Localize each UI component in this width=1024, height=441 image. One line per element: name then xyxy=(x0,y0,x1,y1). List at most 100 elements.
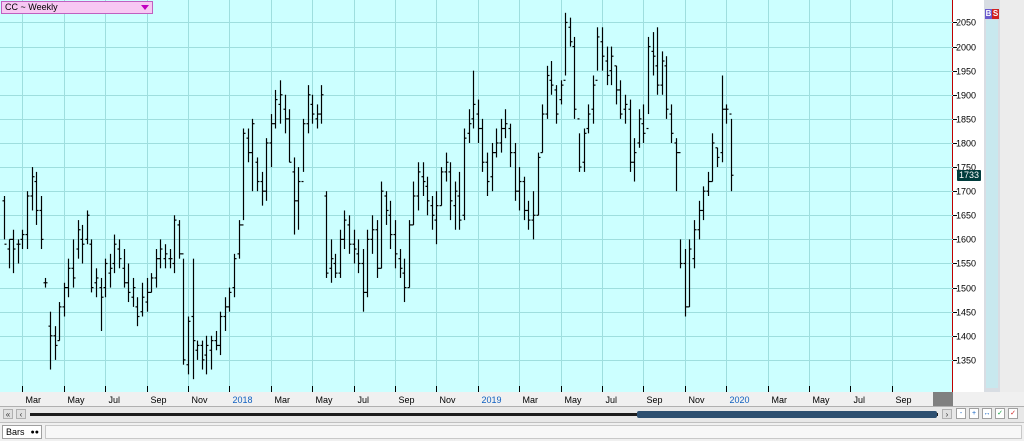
ohlc-bar xyxy=(545,65,550,119)
ohlc-bar xyxy=(324,191,329,278)
ohlc-bar xyxy=(582,128,587,172)
green-check-icon[interactable]: ✓ xyxy=(995,408,1005,419)
ohlc-bar xyxy=(53,326,58,360)
ohlc-bar xyxy=(430,196,435,230)
ohlc-bar xyxy=(99,277,104,331)
ohlc-bar xyxy=(195,340,200,360)
x-tick-label: Sep xyxy=(896,395,912,405)
x-tick-label: May xyxy=(68,395,86,405)
ohlc-bar xyxy=(333,253,338,278)
ohlc-bar xyxy=(255,157,260,192)
red-check-icon[interactable]: ✓ xyxy=(1008,408,1018,419)
ohlc-bar xyxy=(250,118,255,192)
scroll-left-icon[interactable]: ‹ xyxy=(16,409,26,419)
x-tick-label: May xyxy=(565,395,583,405)
price-bars xyxy=(2,12,734,380)
ohlc-bar xyxy=(513,142,518,201)
sell-button[interactable]: S xyxy=(992,9,999,19)
ohlc-bar xyxy=(462,128,467,221)
ohlc-bar xyxy=(522,176,527,221)
price-tick-label: 1650 xyxy=(956,211,976,221)
x-tick-label: Mar xyxy=(523,395,539,405)
ohlc-bar xyxy=(296,167,301,230)
x-tick-label: Sep xyxy=(647,395,663,405)
ohlc-bar xyxy=(503,109,508,139)
scroll-right-icon[interactable]: › xyxy=(942,409,952,419)
ohlc-bar xyxy=(646,36,651,130)
ohlc-bar xyxy=(407,220,412,289)
x-tick-label: Nov xyxy=(440,395,457,405)
ohlc-bar xyxy=(154,249,159,288)
ohlc-bar xyxy=(609,46,614,86)
ohlc-bar xyxy=(135,297,140,327)
price-tick-label: 2000 xyxy=(956,43,976,53)
ohlc-chart[interactable]: Mar May Jul Sep Nov 2018 Mar May Jul Sep Nov 2019 Ma… xyxy=(0,0,953,406)
ohlc-bar xyxy=(122,249,127,288)
ohlc-bar xyxy=(595,27,600,81)
buy-sell-buttons[interactable]: B S xyxy=(985,9,999,19)
x-tick-label: Mar xyxy=(275,395,291,405)
ohlc-bar xyxy=(108,253,113,288)
x-tick-label: May xyxy=(813,395,831,405)
ohlc-bar xyxy=(453,181,458,230)
ohlc-bar xyxy=(641,104,646,143)
bars-tab-dots-icon: ●● xyxy=(30,429,39,436)
ohlc-bar xyxy=(724,104,729,124)
ohlc-bar xyxy=(227,287,232,312)
zoom-out-icon[interactable]: - xyxy=(956,408,966,419)
ohlc-bar xyxy=(683,249,688,317)
ohlc-bar xyxy=(540,104,545,154)
bars-tab[interactable]: Bars ●● xyxy=(2,425,42,439)
ohlc-bar xyxy=(591,75,596,124)
ohlc-bar xyxy=(30,167,35,211)
bars-tab-label: Bars xyxy=(6,427,25,437)
ohlc-bar xyxy=(89,239,94,293)
ohlc-bar xyxy=(94,268,99,298)
ohlc-bar xyxy=(191,258,196,380)
ohlc-bar xyxy=(416,162,421,211)
x-tick-label: Jul xyxy=(606,395,618,405)
vertical-scrollbar[interactable] xyxy=(984,0,1000,392)
horizontal-scroll-thumb[interactable] xyxy=(637,411,937,418)
x-tick-label: Jul xyxy=(854,395,866,405)
ohlc-bar xyxy=(181,253,186,365)
ohlc-bar xyxy=(241,128,246,226)
ohlc-bar xyxy=(131,277,136,307)
ohlc-bar xyxy=(126,263,131,303)
grid-lines xyxy=(0,0,953,392)
ohlc-bar xyxy=(283,94,288,134)
symbol-selector[interactable]: CC ~ Weekly xyxy=(1,1,153,14)
vertical-scroll-thumb[interactable] xyxy=(986,20,998,388)
ohlc-bar xyxy=(660,51,665,95)
ohlc-bar xyxy=(319,85,324,124)
ohlc-bar xyxy=(494,128,499,158)
scroll-first-icon[interactable]: « xyxy=(3,409,13,419)
dropdown-arrow-icon[interactable] xyxy=(141,5,149,10)
x-tick-label: Sep xyxy=(151,395,167,405)
ohlc-bar xyxy=(66,258,71,298)
ohlc-bar xyxy=(112,234,117,274)
ohlc-bar xyxy=(425,176,430,216)
horizontal-scrollbar[interactable]: « ‹ › - + ↔ ✓ ✓ xyxy=(0,406,1024,422)
ohlc-bar xyxy=(549,61,554,95)
ohlc-bar xyxy=(600,27,605,71)
price-axis[interactable]: 1350 1400 1450 1500 1550 1600 1650 1700 1750 1800… xyxy=(953,0,984,392)
ohlc-bar xyxy=(402,258,407,303)
fit-icon[interactable]: ↔ xyxy=(982,408,992,419)
x-tick-label: 2020 xyxy=(730,395,750,405)
zoom-in-icon[interactable]: + xyxy=(969,408,979,419)
x-tick-label: Jul xyxy=(109,395,121,405)
ohlc-bar xyxy=(605,46,610,86)
buy-button[interactable]: B xyxy=(985,9,992,19)
ohlc-bar xyxy=(338,229,343,278)
chart-plot-area[interactable]: Mar May Jul Sep Nov 2018 Mar May Jul Sep Nov 2019 Ma… xyxy=(0,0,953,405)
ohlc-bar xyxy=(149,273,154,294)
ohlc-bar xyxy=(439,167,444,207)
right-side-panel xyxy=(1000,0,1024,392)
ohlc-bar xyxy=(39,196,44,250)
ohlc-bar xyxy=(186,316,191,375)
ohlc-bar xyxy=(632,138,637,182)
price-tick-label: 1850 xyxy=(956,115,976,125)
ohlc-bar xyxy=(278,80,283,124)
axis-corner-box xyxy=(933,392,953,406)
